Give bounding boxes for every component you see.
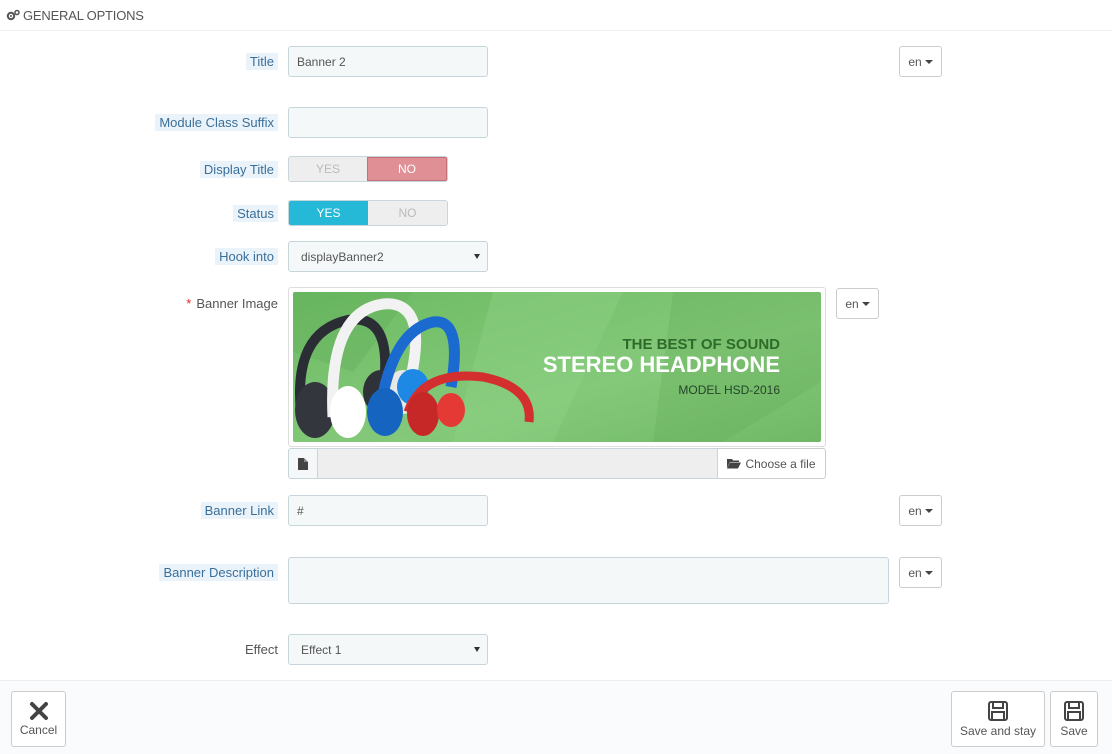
choose-file-button[interactable]: Choose a file [718, 448, 826, 479]
folder-open-icon [727, 459, 742, 469]
display-title-no-option[interactable]: NO [367, 157, 447, 181]
display-title-yes-option[interactable]: YES [289, 157, 367, 181]
banner-line1: THE BEST OF SOUND [622, 336, 780, 353]
file-icon-box [288, 448, 318, 479]
save-icon [988, 701, 1008, 721]
status-label: Status [233, 198, 278, 228]
select-arrow-icon [474, 254, 480, 259]
banner-link-input[interactable] [288, 495, 488, 526]
display-title-switch[interactable]: YES NO [288, 156, 448, 182]
effect-select[interactable]: Effect 1 [288, 634, 488, 665]
file-name-field[interactable] [318, 448, 718, 479]
status-no-option[interactable]: NO [368, 201, 447, 225]
banner-file-upload: Choose a file [288, 448, 826, 479]
caret-down-icon [924, 59, 933, 64]
caret-down-icon [924, 508, 933, 513]
title-label: Title [245, 46, 278, 76]
banner-link-label: Banner Link [200, 495, 278, 525]
required-mark: * [186, 295, 192, 311]
panel-heading: GENERAL OPTIONS [0, 0, 1112, 31]
banner-image-thumbnail: THE BEST OF SOUND STEREO HEADPHONE MODEL… [288, 287, 826, 447]
effect-label: Effect [244, 641, 278, 657]
caret-down-icon [924, 570, 933, 575]
module-class-suffix-input[interactable] [288, 107, 488, 138]
banner-link-lang-button[interactable]: en [899, 495, 942, 526]
display-title-label: Display Title [199, 154, 278, 184]
banner-graphic: THE BEST OF SOUND STEREO HEADPHONE MODEL… [293, 292, 821, 442]
panel-footer: Cancel Save and stay Save [0, 680, 1112, 754]
file-icon [298, 457, 308, 470]
banner-image-preview: THE BEST OF SOUND STEREO HEADPHONE MODEL… [293, 292, 821, 442]
module-class-suffix-label: Module Class Suffix [155, 107, 278, 137]
close-icon [29, 702, 48, 720]
save-button[interactable]: Save [1050, 691, 1098, 747]
title-lang-button[interactable]: en [899, 46, 942, 77]
hook-into-select[interactable]: displayBanner2 [288, 241, 488, 272]
hook-into-label: Hook into [215, 241, 278, 271]
banner-line2: STEREO HEADPHONE [543, 352, 780, 377]
banner-image-label: * Banner Image [186, 295, 278, 311]
cancel-button[interactable]: Cancel [11, 691, 66, 747]
save-icon [1064, 701, 1084, 721]
banner-description-lang-button[interactable]: en [899, 557, 942, 588]
select-arrow-icon [474, 647, 480, 652]
banner-description-label: Banner Description [159, 557, 278, 587]
save-and-stay-button[interactable]: Save and stay [951, 691, 1045, 747]
gears-icon [6, 9, 20, 21]
panel-title: GENERAL OPTIONS [23, 7, 144, 23]
status-switch[interactable]: YES NO [288, 200, 448, 226]
title-input[interactable] [288, 46, 488, 77]
caret-down-icon [861, 301, 870, 306]
status-yes-option[interactable]: YES [289, 201, 368, 225]
banner-line3: MODEL HSD-2016 [678, 383, 780, 397]
banner-image-lang-button[interactable]: en [836, 288, 879, 319]
banner-description-textarea[interactable] [288, 557, 889, 604]
